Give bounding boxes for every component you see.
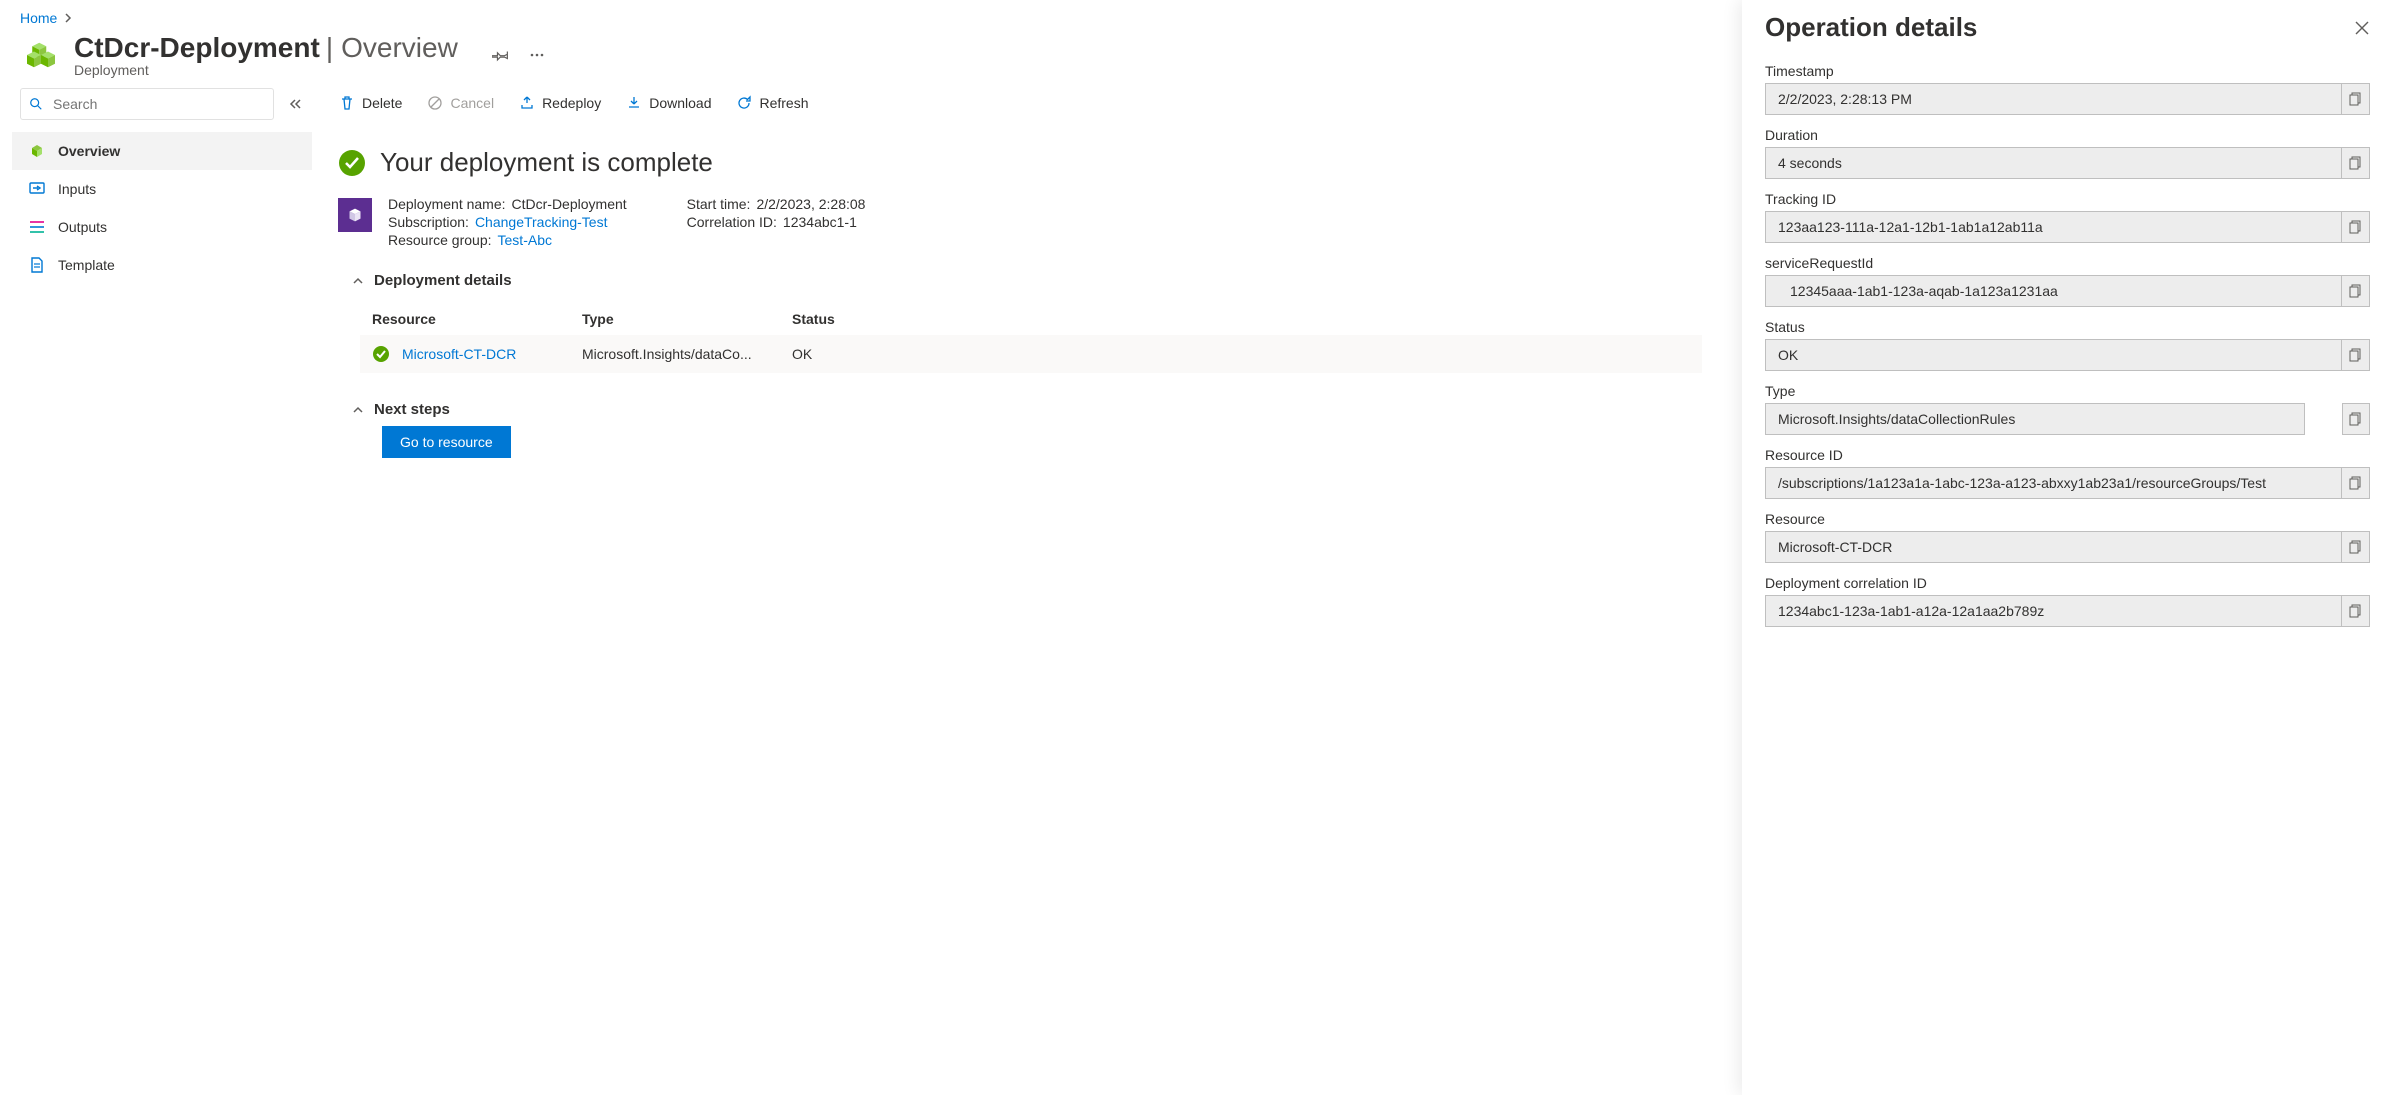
delete-icon	[338, 94, 356, 112]
chevron-right-icon	[63, 13, 73, 23]
copy-icon[interactable]	[2341, 340, 2369, 370]
refresh-button[interactable]: Refresh	[735, 94, 808, 112]
copy-icon[interactable]	[2341, 212, 2369, 242]
resource-link[interactable]: Microsoft-CT-DCR	[402, 346, 582, 362]
cancel-icon	[426, 94, 444, 112]
sidebar-item-overview[interactable]: Overview	[12, 132, 312, 170]
deployment-name-value: CtDcr-Deployment	[512, 196, 627, 212]
go-to-resource-button[interactable]: Go to resource	[382, 426, 511, 458]
field-label-type: Type	[1765, 383, 2370, 399]
page-subtitle: Deployment	[74, 62, 458, 78]
subscription-link[interactable]: ChangeTracking-Test	[475, 214, 608, 230]
download-button[interactable]: Download	[625, 94, 711, 112]
sidebar-item-outputs[interactable]: Outputs	[12, 208, 312, 246]
search-icon	[29, 97, 43, 111]
field-label-duration: Duration	[1765, 127, 2370, 143]
inputs-icon	[28, 180, 46, 198]
field-label-service-request-id: serviceRequestId	[1765, 255, 2370, 271]
outputs-icon	[28, 218, 46, 236]
resource-group-link[interactable]: Test-Abc	[498, 232, 552, 248]
deployment-details-table: Resource Type Status Microsoft-CT-DCR Mi…	[360, 303, 1702, 373]
section-deployment-details[interactable]: Deployment details	[338, 262, 1702, 297]
table-row[interactable]: Microsoft-CT-DCR Microsoft.Insights/data…	[360, 335, 1702, 373]
download-icon	[625, 94, 643, 112]
pin-icon[interactable]	[492, 46, 510, 64]
field-label-tracking-id: Tracking ID	[1765, 191, 2370, 207]
sidebar-item-label: Inputs	[58, 181, 96, 197]
field-label-timestamp: Timestamp	[1765, 63, 2370, 79]
copy-icon[interactable]	[2341, 468, 2369, 498]
breadcrumb-home[interactable]: Home	[20, 10, 57, 26]
field-label-resource-id: Resource ID	[1765, 447, 2370, 463]
field-value-duration: 4 seconds	[1766, 155, 2341, 171]
cell-status: OK	[792, 346, 912, 362]
correlation-id-value: 1234abc1-1	[783, 214, 857, 230]
field-value-resource-id: /subscriptions/1a123a1a-1abc-123a-a123-a…	[1766, 475, 2341, 491]
col-header-status: Status	[792, 311, 912, 327]
col-header-type: Type	[582, 311, 792, 327]
panel-title: Operation details	[1765, 12, 1977, 43]
field-label-deployment-correlation-id: Deployment correlation ID	[1765, 575, 2370, 591]
sidebar-item-label: Outputs	[58, 219, 107, 235]
field-value-timestamp: 2/2/2023, 2:28:13 PM	[1766, 91, 2341, 107]
field-value-resource: Microsoft-CT-DCR	[1766, 539, 2341, 555]
deployment-badge-icon	[338, 198, 372, 232]
field-value-type: Microsoft.Insights/dataCollectionRules	[1766, 411, 2304, 427]
delete-button[interactable]: Delete	[338, 94, 402, 112]
page-view: Overview	[341, 32, 458, 64]
col-header-resource: Resource	[372, 311, 582, 327]
search-input-wrap[interactable]	[20, 88, 274, 120]
copy-icon[interactable]	[2341, 532, 2369, 562]
field-label-resource: Resource	[1765, 511, 2370, 527]
field-label-status: Status	[1765, 319, 2370, 335]
redeploy-button[interactable]: Redeploy	[518, 94, 601, 112]
chevron-up-icon	[352, 275, 364, 287]
operation-details-panel: Operation details Timestamp 2/2/2023, 2:…	[1742, 0, 2392, 1095]
copy-icon[interactable]	[2341, 84, 2369, 114]
refresh-icon	[735, 94, 753, 112]
collapse-sidebar-icon[interactable]	[288, 97, 304, 111]
more-icon[interactable]	[528, 46, 546, 64]
section-next-steps[interactable]: Next steps	[338, 391, 1702, 426]
sidebar-item-label: Overview	[58, 143, 120, 159]
close-icon[interactable]	[2354, 20, 2370, 36]
cell-type: Microsoft.Insights/dataCo...	[582, 346, 792, 362]
field-value-deployment-correlation-id: 1234abc1-123a-1ab1-a12a-12a1aa2b789z	[1766, 603, 2341, 619]
sidebar-item-inputs[interactable]: Inputs	[12, 170, 312, 208]
success-icon	[338, 149, 366, 177]
status-message: Your deployment is complete	[380, 147, 713, 178]
copy-icon[interactable]	[2341, 148, 2369, 178]
field-value-service-request-id: 12345aaa-1ab1-123a-aqab-1a123a1231aa	[1766, 283, 2341, 299]
command-bar: Delete Cancel Redeploy Download Refresh	[338, 88, 1702, 123]
template-icon	[28, 256, 46, 274]
redeploy-icon	[518, 94, 536, 112]
title-separator: |	[322, 32, 339, 64]
field-value-status: OK	[1766, 347, 2341, 363]
sidebar-item-template[interactable]: Template	[12, 246, 312, 284]
success-icon	[372, 345, 390, 363]
deployment-icon	[20, 34, 62, 76]
copy-icon[interactable]	[2341, 276, 2369, 306]
cancel-button: Cancel	[426, 94, 494, 112]
field-value-tracking-id: 123aa123-111a-12a1-12b1-1ab1a12ab11a	[1766, 219, 2341, 235]
sidebar-item-label: Template	[58, 257, 115, 273]
copy-icon[interactable]	[2341, 596, 2369, 626]
overview-icon	[28, 142, 46, 160]
copy-icon[interactable]	[2342, 403, 2370, 435]
chevron-up-icon	[352, 404, 364, 416]
start-time-value: 2/2/2023, 2:28:08	[756, 196, 865, 212]
search-input[interactable]	[51, 95, 265, 113]
page-title: CtDcr-Deployment	[74, 32, 320, 64]
